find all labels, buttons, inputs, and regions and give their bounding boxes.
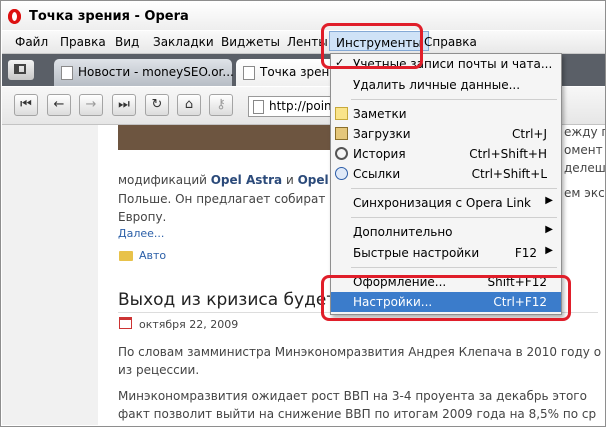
submenu-arrow-icon: ▶ <box>545 224 553 235</box>
menu-item-advanced[interactable]: Дополнительно ▶ <box>331 222 561 242</box>
menu-item-quick-preferences[interactable]: Быстрые настройки F12 ▶ <box>331 243 561 263</box>
menu-widgets[interactable]: Виджеты <box>221 35 280 49</box>
downloads-icon <box>335 127 348 140</box>
menu-item-shortcut: F12 <box>514 246 537 260</box>
menu-item-shortcut: Ctrl+Shift+H <box>469 147 547 161</box>
annotation-circle-tools <box>321 23 423 69</box>
article-text-fragment: омент ц <box>564 143 605 157</box>
article-date: октября 22, 2009 <box>139 318 239 331</box>
rewind-icon[interactable]: ⏮ <box>14 94 38 116</box>
menu-item-history[interactable]: История Ctrl+Shift+H <box>331 144 561 164</box>
read-more-link[interactable]: Далее... <box>118 227 164 240</box>
folder-icon <box>119 251 133 261</box>
menu-item-label: Заметки <box>353 107 407 121</box>
tab-label: Новости - moneySEO.or... <box>78 65 234 79</box>
menu-item-label: Загрузки <box>353 127 411 141</box>
reload-icon[interactable]: ↻ <box>145 94 169 116</box>
menu-item-label: История <box>353 147 406 161</box>
article-text-line: модификаций Opel Astra и Opel <box>118 173 329 187</box>
menu-item-links[interactable]: Ссылки Ctrl+Shift+L <box>331 164 561 184</box>
forward-icon[interactable]: → <box>79 94 103 116</box>
article-text-line: Польше. Он предлагает собират <box>118 192 326 206</box>
menu-item-opera-link-sync[interactable]: Синхронизация с Opera Link ▶ <box>331 193 561 213</box>
menu-item-label: Удалить личные данные... <box>353 78 521 92</box>
text-fragment: модификаций <box>118 173 211 187</box>
fast-forward-icon[interactable]: ⏭ <box>112 94 136 116</box>
menu-edit[interactable]: Правка <box>60 35 106 49</box>
menu-item-label: Ссылки <box>353 167 401 181</box>
menu-separator <box>351 99 557 100</box>
menu-item-label: Быстрые настройки <box>353 246 480 260</box>
article-image <box>118 125 336 150</box>
menu-bar: Файл Правка Вид Закладки Виджеты Ленты И… <box>2 31 605 54</box>
menu-help[interactable]: Справка <box>424 35 477 49</box>
opera-logo-icon <box>8 9 21 24</box>
title-bar: Точка зрения - Opera <box>2 2 605 30</box>
annotation-circle-preferences <box>321 275 571 321</box>
menu-view[interactable]: Вид <box>115 35 139 49</box>
menu-bookmarks[interactable]: Закладки <box>153 35 214 49</box>
menu-item-shortcut: Ctrl+J <box>512 127 547 141</box>
menu-item-shortcut: Ctrl+Shift+L <box>471 167 547 181</box>
browser-window: Точка зрения - Opera Файл Правка Вид Зак… <box>0 0 606 427</box>
calendar-icon <box>119 317 132 329</box>
menu-item-notes[interactable]: Заметки <box>331 104 561 124</box>
article-text-line: Минэкономразвития ожидает рост ВВП на 3-… <box>118 389 587 403</box>
menu-separator <box>351 217 557 218</box>
opel-link[interactable]: Opel <box>298 173 329 187</box>
menu-file[interactable]: Файл <box>15 35 48 49</box>
notes-icon <box>335 107 348 120</box>
panel-toggle-button[interactable] <box>8 60 34 80</box>
article-text-fragment: ем эксп <box>564 186 605 200</box>
links-icon <box>335 167 348 180</box>
text-fragment: и <box>282 173 298 187</box>
article-text-line: из рецессии. <box>118 363 200 377</box>
article-text-fragment: ежду п <box>564 125 605 139</box>
opel-astra-link[interactable]: Opel Astra <box>211 173 282 187</box>
wand-icon[interactable]: ⚷ <box>209 94 233 116</box>
menu-item-label: Дополнительно <box>353 225 453 239</box>
menu-item-label: Синхронизация с Opera Link <box>353 196 531 210</box>
article-text-line: факт позволит выйти на снижение ВВП по и… <box>118 407 597 421</box>
home-icon[interactable]: ⌂ <box>177 94 201 116</box>
article-text-line: Европу. <box>118 210 167 224</box>
submenu-arrow-icon: ▶ <box>545 245 553 256</box>
window-title: Точка зрения - Opera <box>29 9 189 24</box>
tab-news[interactable]: Новости - moneySEO.or... <box>54 59 234 86</box>
page-icon <box>61 66 73 80</box>
menu-item-downloads[interactable]: Загрузки Ctrl+J <box>331 124 561 144</box>
article-text-fragment: делеш <box>564 161 605 175</box>
history-icon <box>335 147 348 160</box>
menu-separator <box>351 267 557 268</box>
article-text-line: По словам замминистра Минэкономразвития … <box>118 345 602 359</box>
address-field[interactable]: http://pointvi <box>248 96 347 117</box>
menu-separator <box>351 188 557 189</box>
page-icon <box>253 100 264 114</box>
category-link[interactable]: Авто <box>139 249 166 262</box>
page-icon <box>243 66 255 80</box>
back-icon[interactable]: ← <box>47 94 71 116</box>
article-heading[interactable]: Выход из кризиса будет в <box>118 290 352 310</box>
menu-item-delete-private-data[interactable]: Удалить личные данные... <box>331 75 561 95</box>
submenu-arrow-icon: ▶ <box>545 195 553 206</box>
